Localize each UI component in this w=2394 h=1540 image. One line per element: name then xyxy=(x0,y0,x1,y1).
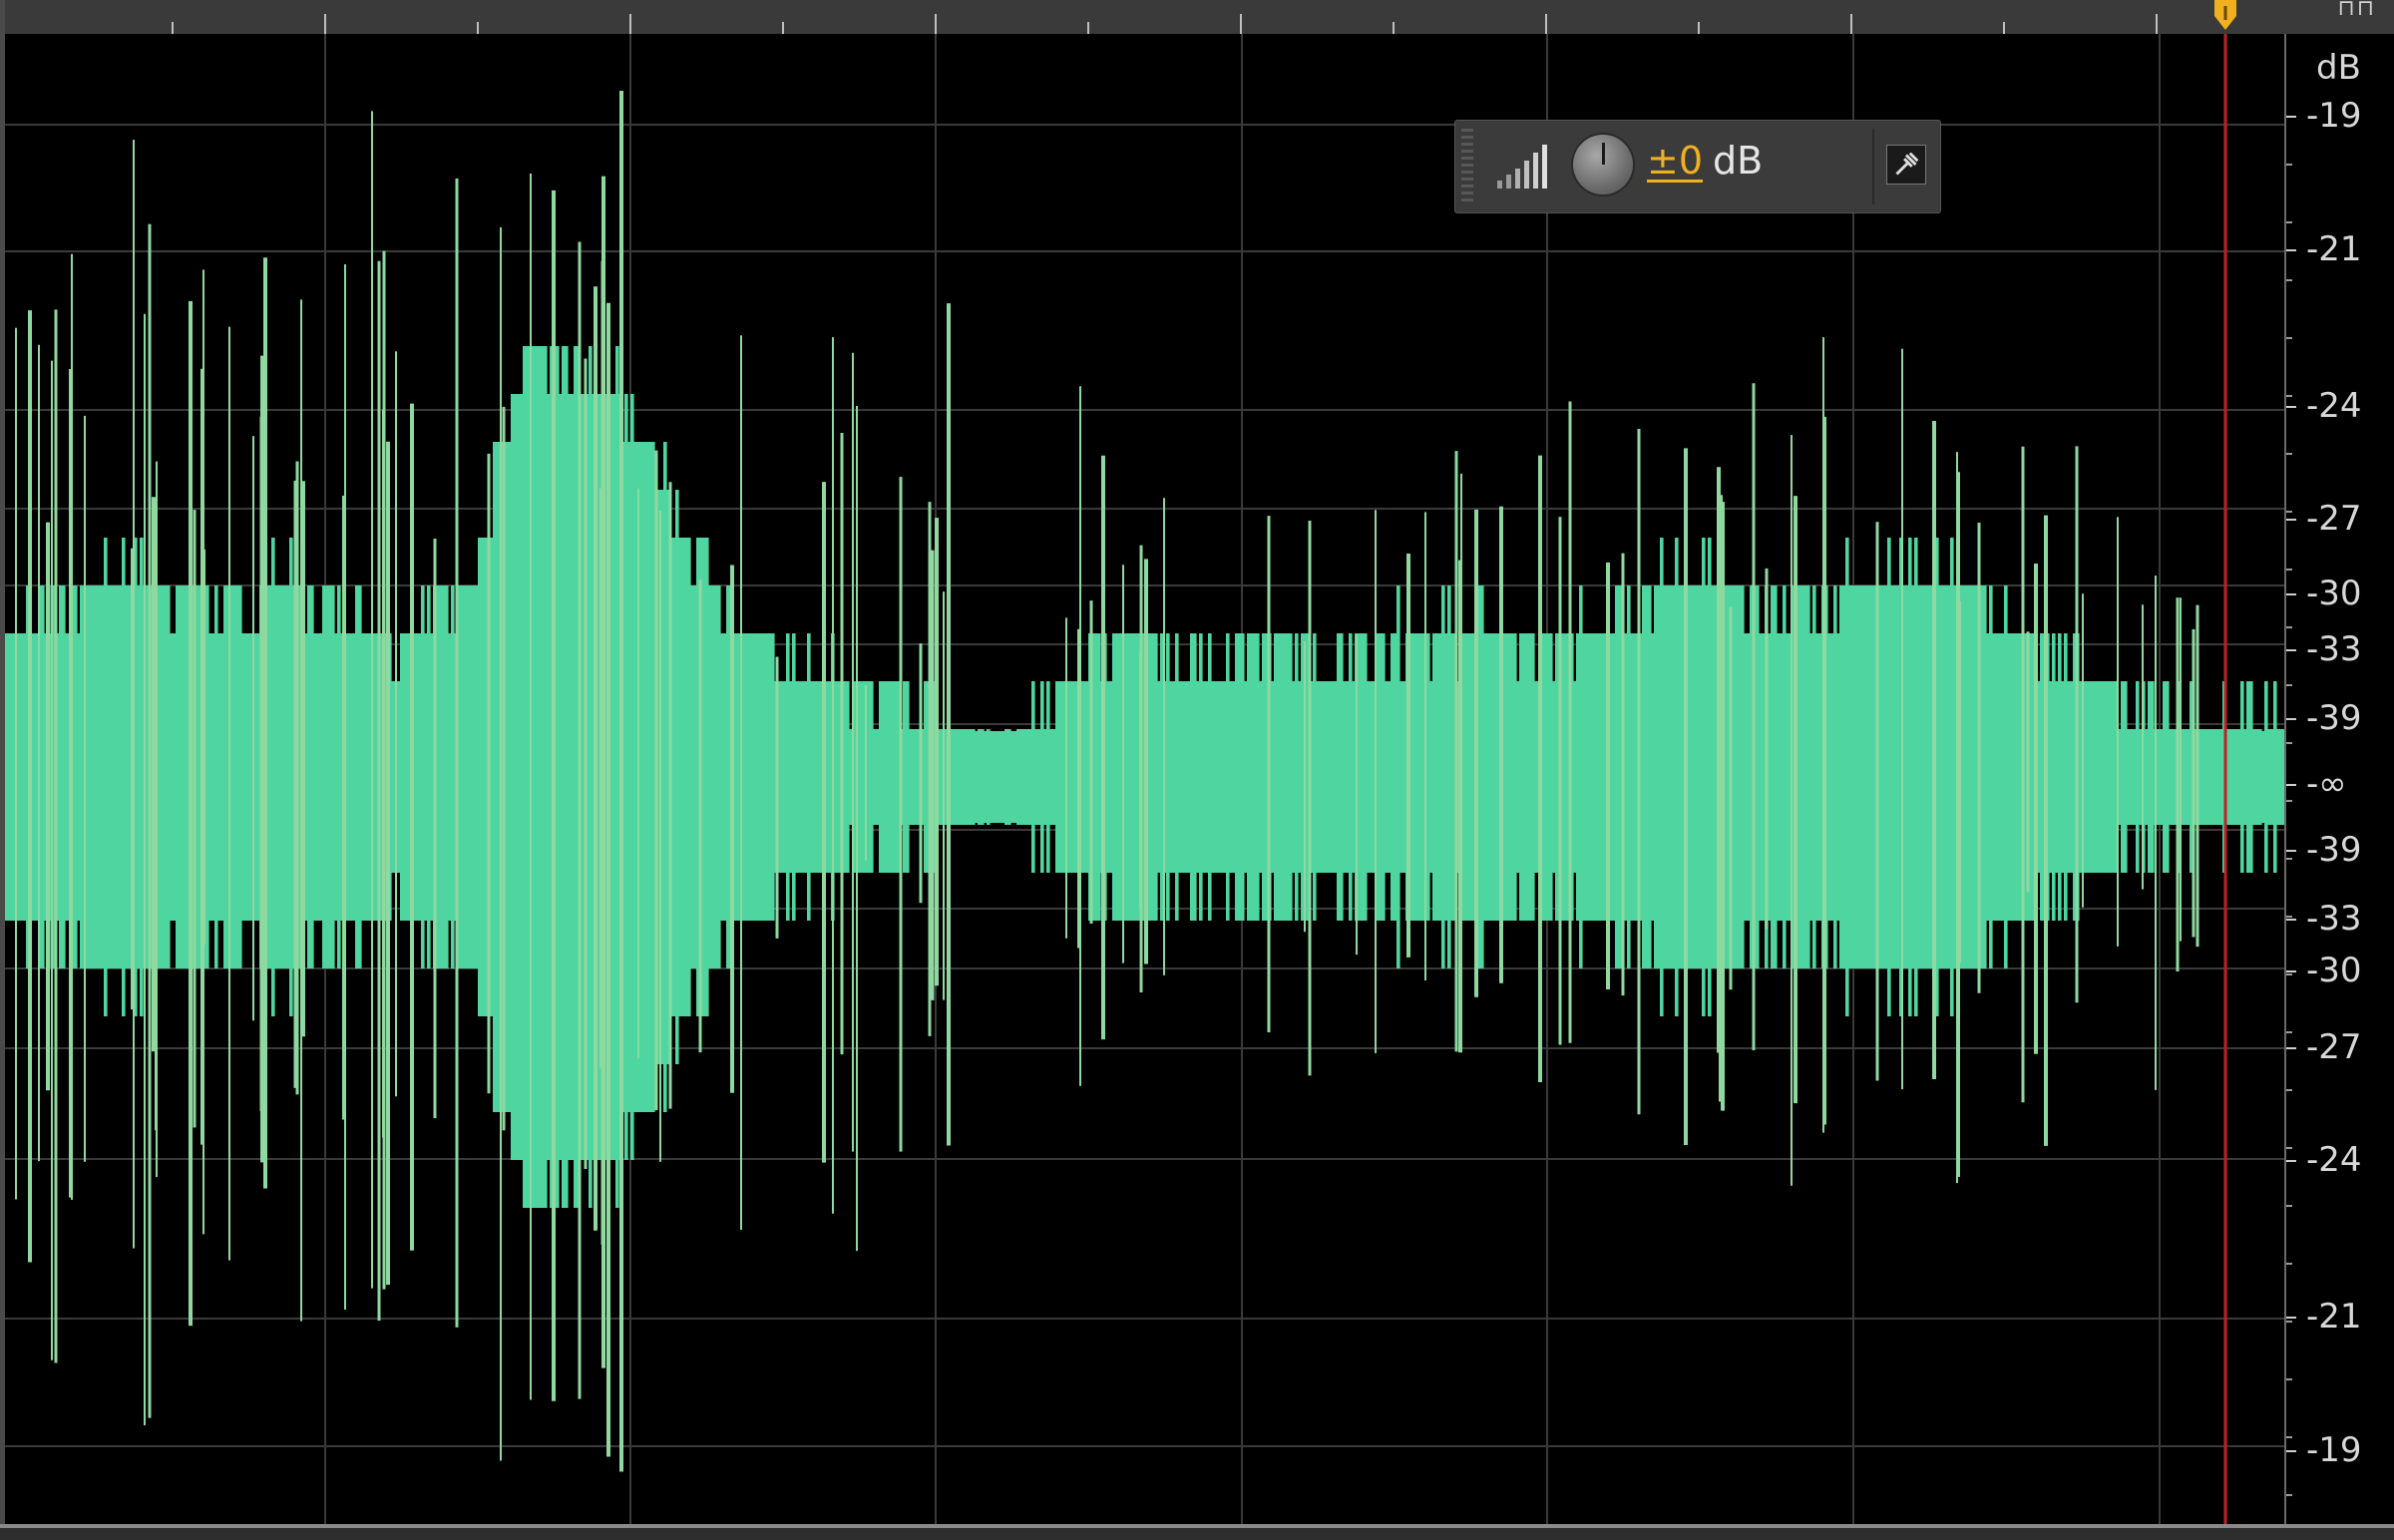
db-scale-tick xyxy=(2286,1317,2296,1319)
db-scale-label: -19 xyxy=(2306,1430,2362,1470)
ruler-tick xyxy=(1087,22,1089,34)
waveform-display[interactable] xyxy=(5,34,2284,1524)
gain-value[interactable]: ±0 xyxy=(1647,139,1703,183)
db-scale-minor-tick xyxy=(2286,973,2292,975)
db-scale-minor-tick xyxy=(2286,916,2292,918)
db-scale-minor-tick xyxy=(2286,337,2292,339)
db-scale-label: -24 xyxy=(2306,386,2362,426)
db-scale-tick xyxy=(2286,850,2296,852)
gain-hud[interactable]: ±0 dB xyxy=(1454,120,1941,213)
db-scale-tick xyxy=(2286,116,2296,118)
db-scale-minor-tick xyxy=(2286,453,2292,455)
horizontal-scrollbar[interactable] xyxy=(0,1524,2394,1540)
ruler-tick xyxy=(2156,14,2158,34)
db-scale-minor-tick xyxy=(2286,511,2292,513)
ruler-tick xyxy=(629,14,631,34)
ruler-tick xyxy=(1850,14,1852,34)
db-scale-tick xyxy=(2286,649,2296,651)
db-scale-minor-tick xyxy=(2286,395,2292,397)
timeline-ruler[interactable] xyxy=(0,0,2310,34)
db-scale-minor-tick xyxy=(2286,1494,2292,1496)
db-scale-minor-tick xyxy=(2286,1089,2292,1091)
db-scale-minor-tick xyxy=(2286,1147,2292,1149)
db-scale-minor-tick xyxy=(2286,1321,2292,1323)
db-scale-label: -33 xyxy=(2306,629,2362,669)
db-scale-minor-tick xyxy=(2286,742,2292,744)
db-scale-minor-tick xyxy=(2286,1436,2292,1438)
ruler-corner: ⊓⊓ xyxy=(2284,0,2394,34)
db-scale-minor-tick xyxy=(2286,800,2292,802)
db-scale-label: -39 xyxy=(2306,698,2362,738)
db-scale-tick xyxy=(2286,784,2296,786)
ruler-tick xyxy=(1545,14,1547,34)
db-unit-label: dB xyxy=(2316,48,2361,88)
ruler-tick xyxy=(324,14,326,34)
hud-divider xyxy=(1872,129,1874,204)
db-scale-minor-tick xyxy=(2286,1378,2292,1380)
db-scale-tick xyxy=(2286,1450,2296,1452)
pin-icon[interactable] xyxy=(1886,145,1926,185)
playhead-marker-icon[interactable] xyxy=(2210,0,2240,32)
db-scale-label: -27 xyxy=(2306,1027,2362,1067)
db-scale-label: -21 xyxy=(2306,1297,2362,1337)
signal-bars-icon xyxy=(1497,145,1547,189)
db-scale-minor-tick xyxy=(2286,279,2292,281)
db-scale-minor-tick xyxy=(2286,164,2292,166)
gain-knob[interactable] xyxy=(1573,135,1633,194)
db-scale-minor-tick xyxy=(2286,1205,2292,1207)
db-scale-minor-tick xyxy=(2286,569,2292,571)
db-scale-tick xyxy=(2286,249,2296,251)
db-scale-tick xyxy=(2286,919,2296,921)
waveform-editor: ⊓⊓ dB -19 -21 -24 -27 -30 -33 -39 -∞ -39 -33 -30 -2… xyxy=(0,0,2394,1540)
ruler-tick xyxy=(2003,22,2005,34)
db-scale-minor-tick xyxy=(2286,858,2292,860)
db-scale-minor-tick xyxy=(2286,221,2292,223)
db-scale-label: -19 xyxy=(2306,96,2362,136)
ruler-tick xyxy=(935,14,937,34)
ruler-tick xyxy=(782,22,784,34)
db-scale-label: -39 xyxy=(2306,830,2362,870)
ruler-tick xyxy=(477,22,479,34)
db-scale-label: -24 xyxy=(2306,1140,2362,1180)
db-scale-label: -30 xyxy=(2306,574,2362,613)
db-scale-tick xyxy=(2286,593,2296,595)
db-scale: dB -19 -21 -24 -27 -30 -33 -39 -∞ -39 -33 -30 -27 -2… xyxy=(2284,34,2394,1524)
db-scale-minor-tick xyxy=(2286,684,2292,686)
db-scale-label: -∞ xyxy=(2306,764,2347,804)
ruler-tick xyxy=(1240,14,1242,34)
db-scale-tick xyxy=(2286,1047,2296,1049)
db-scale-minor-tick xyxy=(2286,1031,2292,1033)
db-scale-label: -27 xyxy=(2306,499,2362,539)
ruler-tick xyxy=(172,22,174,34)
gain-unit: dB xyxy=(1713,139,1764,183)
db-scale-label: -33 xyxy=(2306,899,2362,939)
db-scale-minor-tick xyxy=(2286,1263,2292,1265)
db-scale-tick xyxy=(2286,519,2296,521)
drag-grip-icon[interactable] xyxy=(1461,129,1473,204)
db-scale-label: -30 xyxy=(2306,951,2362,990)
ruler-tick xyxy=(1698,22,1700,34)
ruler-tick xyxy=(1393,22,1395,34)
db-scale-tick xyxy=(2286,718,2296,720)
waveform-area[interactable] xyxy=(5,34,2284,1524)
waveform xyxy=(5,91,2284,1472)
db-scale-minor-tick xyxy=(2286,626,2292,628)
db-scale-tick xyxy=(2286,1160,2296,1162)
db-scale-tick xyxy=(2286,970,2296,972)
db-scale-tick xyxy=(2286,406,2296,408)
db-scale-label: -21 xyxy=(2306,229,2362,269)
